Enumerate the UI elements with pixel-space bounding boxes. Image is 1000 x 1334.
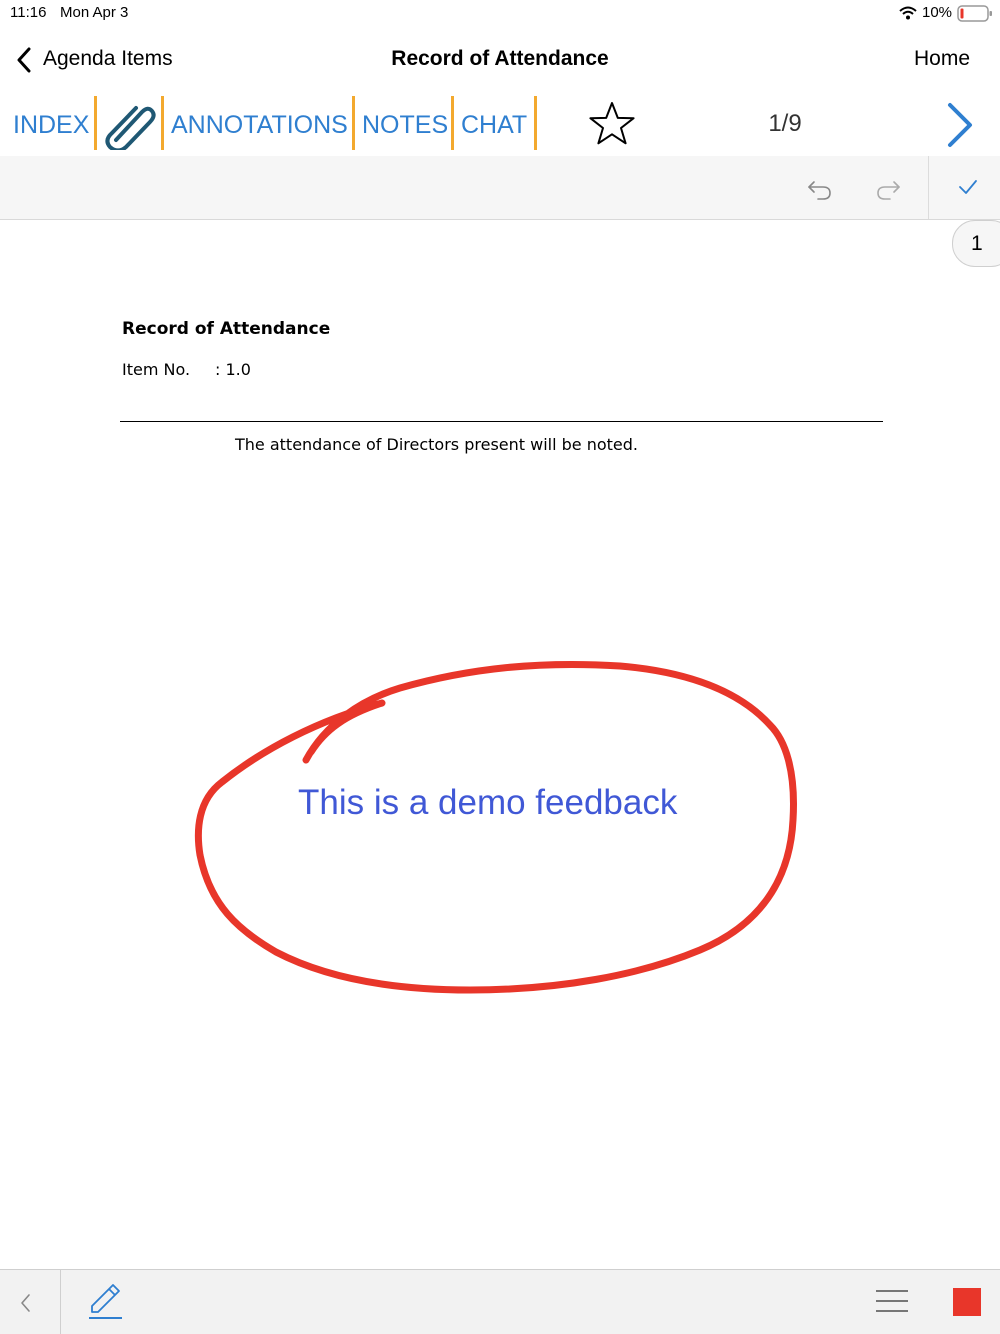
bottom-toolbar	[0, 1269, 1000, 1334]
undo-icon[interactable]	[806, 174, 834, 202]
item-number-label: Item No.	[122, 360, 191, 379]
tab-annotations[interactable]: ANNOTATIONS	[171, 108, 348, 142]
bottom-divider	[60, 1270, 61, 1334]
paperclip-icon[interactable]	[102, 98, 158, 150]
tab-notes[interactable]: NOTES	[362, 108, 448, 142]
chevron-left-icon	[17, 47, 31, 73]
home-button[interactable]: Home	[914, 47, 970, 71]
page-title: Record of Attendance	[391, 47, 609, 70]
document-heading: Record of Attendance	[122, 319, 331, 339]
tab-separator	[94, 96, 97, 150]
toolbar-divider	[928, 156, 929, 219]
document-divider	[120, 421, 883, 422]
redo-icon[interactable]	[874, 174, 902, 202]
tab-separator	[352, 96, 355, 150]
tab-separator	[161, 96, 164, 150]
chevron-right-icon[interactable]	[944, 102, 976, 148]
checkmark-icon[interactable]	[956, 176, 980, 198]
pencil-icon[interactable]	[86, 1282, 124, 1322]
annotation-toolbar	[0, 156, 1000, 220]
document-page: Record of Attendance Item No. : 1.0 The …	[0, 220, 1000, 1269]
battery-percent: 10%	[922, 4, 953, 21]
chevron-left-icon[interactable]	[18, 1292, 34, 1314]
battery-icon	[957, 5, 992, 22]
status-date: Mon Apr 3	[60, 4, 129, 21]
star-icon[interactable]	[588, 100, 636, 146]
tab-separator	[534, 96, 537, 150]
stop-recording-button[interactable]	[953, 1288, 981, 1316]
tab-chat[interactable]: CHAT	[461, 108, 527, 142]
tab-index[interactable]: INDEX	[13, 108, 89, 142]
tab-separator	[451, 96, 454, 150]
item-number-value: : 1.0	[215, 360, 251, 379]
page-counter: 1/9	[768, 110, 802, 137]
status-time: 11:16	[10, 4, 47, 21]
document-body-text: The attendance of Directors present will…	[235, 435, 638, 454]
wifi-icon	[899, 6, 917, 20]
navigation-bar: Agenda Items Record of Attendance Home	[0, 28, 1000, 90]
menu-icon[interactable]	[874, 1287, 910, 1317]
back-button-label: Agenda Items	[43, 47, 173, 70]
status-bar: 11:16 Mon Apr 3 10%	[0, 0, 1000, 28]
annotation-text[interactable]: This is a demo feedback	[298, 783, 677, 823]
